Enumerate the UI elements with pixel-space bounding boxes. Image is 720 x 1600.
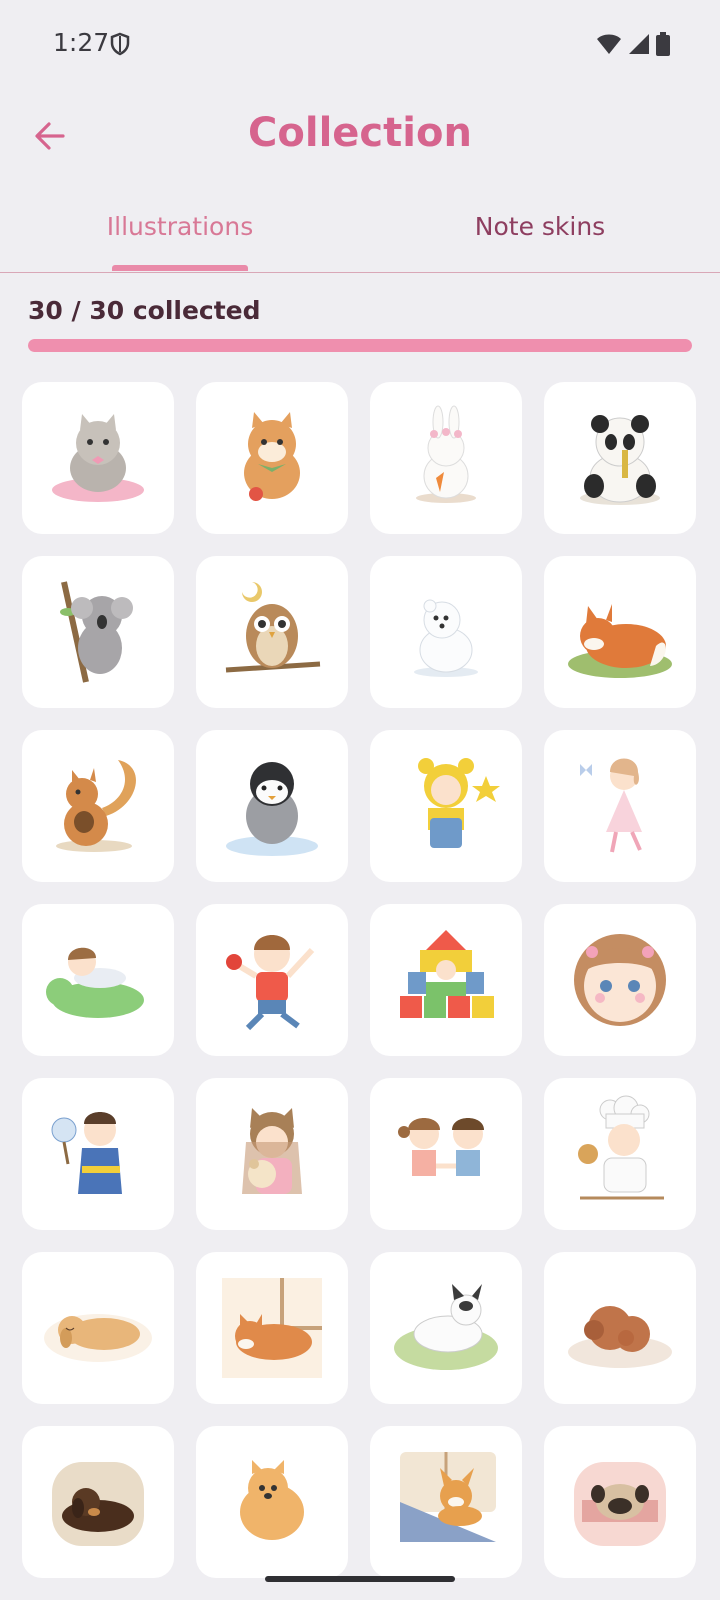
owl-icon	[225, 582, 321, 673]
sleeping-shiba-icon	[222, 1278, 322, 1378]
boy-apple-icon	[226, 935, 315, 1031]
fox-icon	[568, 604, 672, 678]
dancing-girl-illustration[interactable]	[544, 730, 696, 882]
shiba-with-apple-illustration[interactable]	[196, 382, 348, 534]
collection-progress-fill	[28, 339, 692, 352]
dachshund-icon	[52, 1462, 144, 1546]
cat-icon	[52, 414, 144, 502]
squirrel-with-acorn-illustration[interactable]	[22, 730, 174, 882]
sleeping-golden-dog-illustration[interactable]	[22, 1252, 174, 1404]
bunny-with-carrot-illustration[interactable]	[370, 382, 522, 534]
frenchie-on-grass-illustration[interactable]	[370, 1252, 522, 1404]
owl-on-branch-illustration[interactable]	[196, 556, 348, 708]
child-in-bear-hood-illustration[interactable]	[370, 730, 522, 882]
tab-bar: Illustrations Note skins	[0, 200, 720, 273]
illustration-grid	[22, 382, 702, 1578]
corgi-icon	[400, 1452, 496, 1542]
pug-under-blanket-illustration[interactable]	[544, 1426, 696, 1578]
status-bar: 1:27	[0, 0, 720, 90]
two-kids-holding-hands-illustration[interactable]	[370, 1078, 522, 1230]
wifi-icon	[596, 33, 622, 59]
koala-icon	[60, 581, 133, 683]
status-time: 1:27	[53, 28, 110, 57]
home-indicator[interactable]	[265, 1576, 455, 1582]
child-bear-hood-icon	[418, 758, 500, 848]
koala-on-branch-illustration[interactable]	[22, 556, 174, 708]
dancing-girl-icon	[580, 758, 642, 853]
pug-icon	[574, 1462, 666, 1546]
tab-illustrations[interactable]: Illustrations	[0, 212, 360, 241]
polar-bear-icon	[414, 599, 478, 677]
sleeping-shiba-illustration[interactable]	[196, 1252, 348, 1404]
poodle-icon	[568, 1306, 672, 1368]
pomeranian-illustration[interactable]	[196, 1426, 348, 1578]
polar-bear-illustration[interactable]	[370, 556, 522, 708]
blocks-icon	[400, 930, 494, 1018]
panda-eating-bamboo-illustration[interactable]	[544, 382, 696, 534]
baby-on-dinosaur-illustration[interactable]	[22, 904, 174, 1056]
girl-hugging-puppy-illustration[interactable]	[196, 1078, 348, 1230]
boy-in-yukata-illustration[interactable]	[22, 1078, 174, 1230]
child-in-blocks-illustration[interactable]	[370, 904, 522, 1056]
chef-icon	[578, 1095, 664, 1200]
yukata-boy-icon	[51, 1112, 122, 1194]
sleeping-dachshund-illustration[interactable]	[22, 1426, 174, 1578]
collection-progress-bar	[28, 339, 692, 352]
girl-face-illustration[interactable]	[544, 904, 696, 1056]
bunny-icon	[416, 405, 476, 503]
sleeping-poodle-illustration[interactable]	[544, 1252, 696, 1404]
battery-icon	[656, 32, 670, 60]
tab-indicator	[112, 265, 248, 271]
two-kids-icon	[398, 1118, 484, 1176]
panda-icon	[580, 415, 660, 505]
boy-with-apple-illustration[interactable]	[196, 904, 348, 1056]
corgi-at-window-illustration[interactable]	[370, 1426, 522, 1578]
child-chef-illustration[interactable]	[544, 1078, 696, 1230]
signal-icon	[628, 33, 650, 59]
tab-note-skins[interactable]: Note skins	[360, 212, 720, 241]
penguin-on-ice-illustration[interactable]	[196, 730, 348, 882]
shield-icon	[110, 32, 130, 60]
squirrel-icon	[56, 760, 136, 852]
page-title: Collection	[248, 110, 472, 156]
shiba-icon	[244, 412, 300, 501]
cat-on-cushion-illustration[interactable]	[22, 382, 174, 534]
collected-count: 30 / 30 collected	[28, 296, 261, 325]
penguin-icon	[226, 762, 318, 856]
pomeranian-icon	[240, 1460, 304, 1540]
baby-dinosaur-icon	[46, 947, 144, 1018]
app-bar: Collection	[0, 100, 720, 180]
girl-puppy-icon	[242, 1108, 302, 1194]
sleeping-dog-icon	[44, 1314, 152, 1362]
frenchie-icon	[394, 1284, 498, 1370]
sleeping-fox-illustration[interactable]	[544, 556, 696, 708]
girl-face-icon	[574, 934, 666, 1026]
